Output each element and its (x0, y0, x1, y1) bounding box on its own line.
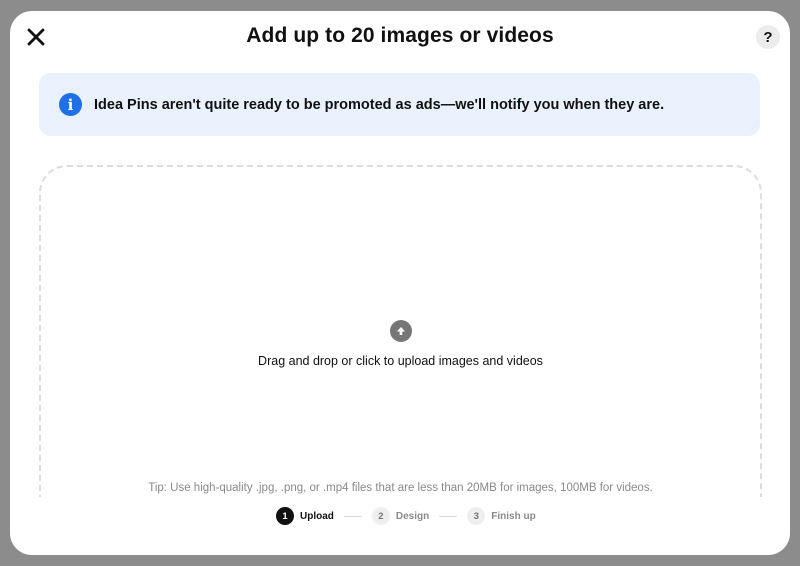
step-number: 1 (276, 507, 294, 525)
modal-title: Add up to 20 images or videos (246, 24, 554, 47)
step-design: 2 Design (371, 507, 430, 525)
step-number: 2 (371, 507, 390, 525)
step-connector (439, 515, 458, 517)
progress-stepper: 1 Upload 2 Design 3 Finish up (276, 507, 536, 525)
upload-modal: Add up to 20 images or videos ? i Idea P… (10, 11, 790, 555)
step-label: Upload (300, 510, 334, 522)
dropzone-tip: Tip: Use high-quality .jpg, .png, or .mp… (148, 482, 653, 494)
info-icon: i (59, 93, 82, 116)
step-upload: 1 Upload (276, 507, 334, 525)
step-number: 3 (467, 507, 486, 525)
step-label: Finish up (491, 510, 536, 522)
stepper-footer (10, 497, 790, 555)
upload-arrow-icon (389, 320, 412, 342)
step-finish-up: 3 Finish up (467, 507, 536, 525)
help-button[interactable]: ? (756, 25, 780, 49)
step-label: Design (395, 510, 430, 522)
dropzone-label: Drag and drop or click to upload images … (258, 354, 543, 368)
step-connector (343, 515, 362, 517)
ads-notice-banner: i Idea Pins aren't quite ready to be pro… (39, 73, 760, 136)
notice-text: Idea Pins aren't quite ready to be promo… (94, 96, 665, 113)
